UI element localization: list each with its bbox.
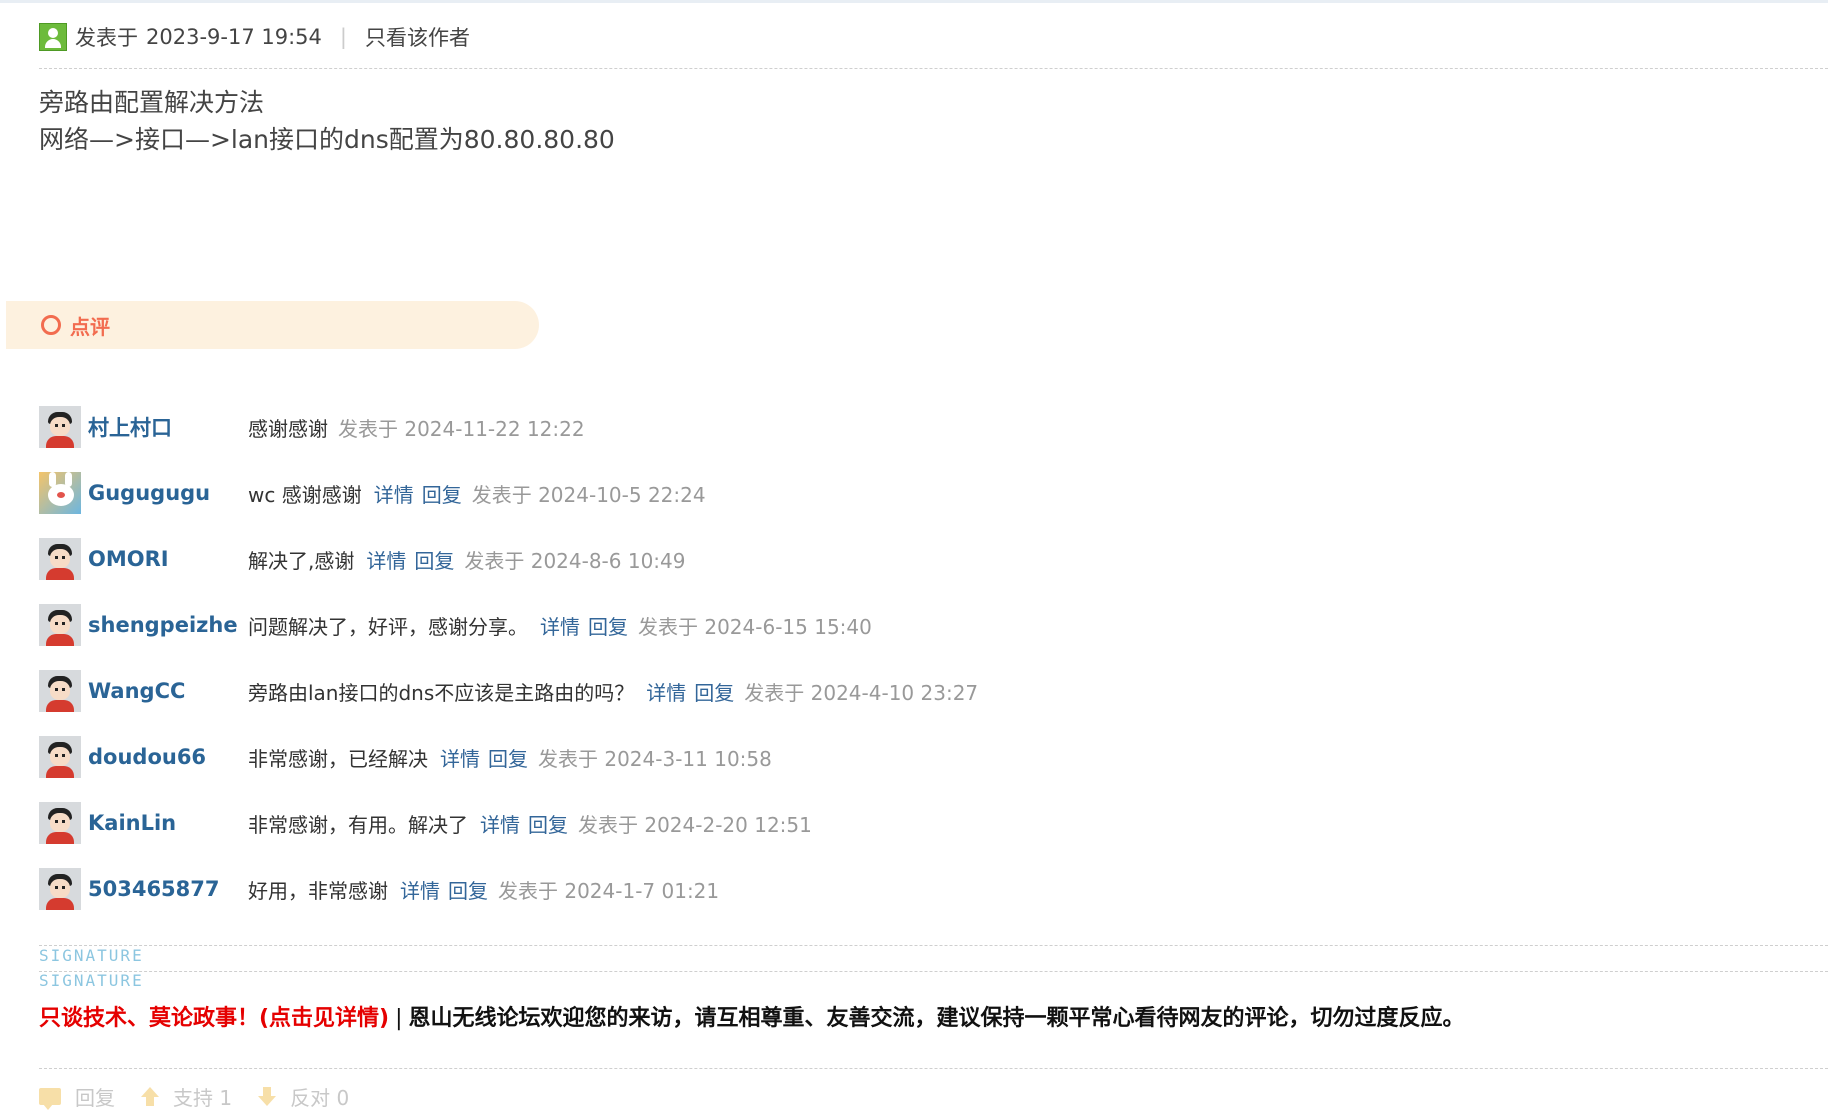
oppose-button[interactable]: 反对 0: [258, 1082, 349, 1111]
comment-time: 发表于 2024-3-11 10:58: [538, 746, 772, 771]
post-content: 旁路由配置解决方法 网络—>接口—>lan接口的dns配置为80.80.80.8…: [39, 84, 615, 158]
notice-separator: |: [395, 1006, 403, 1031]
header-divider: [39, 68, 1828, 69]
support-button[interactable]: 支持 1: [141, 1082, 232, 1111]
oppose-label: 反对 0: [290, 1086, 350, 1110]
comment-text: 问题解决了，好评，感谢分享。: [248, 614, 528, 639]
comment-row: 村上村口 感谢感谢 发表于 2024-11-22 12:22: [39, 405, 585, 449]
top-border: [0, 0, 1828, 3]
comment-detail-link[interactable]: 详情: [400, 875, 440, 904]
default-avatar[interactable]: [39, 670, 81, 712]
default-avatar[interactable]: [39, 868, 81, 910]
comment-reply-link[interactable]: 回复: [414, 545, 454, 574]
comment-text: 感谢感谢: [248, 416, 328, 441]
post-header: 发表于 2023-9-17 19:54 | 只看该作者: [39, 18, 470, 56]
comment-detail-link[interactable]: 详情: [646, 677, 686, 706]
default-avatar[interactable]: [39, 604, 81, 646]
comment-time: 发表于 2024-2-20 12:51: [578, 812, 812, 837]
comment-row: OMORI 解决了,感谢 详情 回复 发表于 2024-8-6 10:49: [39, 537, 686, 581]
reply-button[interactable]: 回复: [39, 1082, 115, 1111]
only-author-link[interactable]: 只看该作者: [365, 22, 470, 52]
comment-reply-link[interactable]: 回复: [448, 875, 488, 904]
content-line: 网络—>接口—>lan接口的dns配置为80.80.80.80: [39, 125, 615, 154]
politics-rule-link[interactable]: 只谈技术、莫论政事！(点击见详情): [39, 1006, 389, 1031]
comment-row: shengpeizhe 问题解决了，好评，感谢分享。 详情 回复 发表于 2024-6-…: [39, 603, 872, 647]
comment-time: 发表于 2024-11-22 12:22: [338, 416, 585, 441]
default-avatar[interactable]: [39, 406, 81, 448]
posted-time: 2023-9-17 19:54: [146, 25, 322, 49]
support-label: 支持 1: [173, 1086, 233, 1110]
comment-time: 发表于 2024-4-10 23:27: [744, 680, 979, 705]
signature-label: SIGNATURE: [39, 946, 144, 965]
content-line: 旁路由配置解决方法: [39, 88, 265, 117]
comment-text: 旁路由lan接口的dns不应该是主路由的吗？: [248, 680, 635, 705]
comment-row: doudou66 非常感谢，已经解决 详情 回复 发表于 2024-3-11 10:58: [39, 735, 772, 779]
comment-username[interactable]: 村上村口: [88, 412, 248, 442]
comment-reply-link[interactable]: 回复: [694, 677, 734, 706]
header-separator: |: [339, 25, 347, 49]
comment-reply-link[interactable]: 回复: [488, 743, 528, 772]
comment-row: Gugugugu wc 感谢感谢 详情 回复 发表于 2024-10-5 22:24: [39, 471, 706, 515]
comment-reply-link[interactable]: 回复: [528, 809, 568, 838]
comment-time: 发表于 2024-8-6 10:49: [464, 548, 686, 573]
comment-text: 解决了,感谢: [248, 548, 355, 573]
reply-icon: [39, 1088, 61, 1110]
signature-divider: [39, 945, 1828, 946]
comment-time: 发表于 2024-6-15 15:40: [638, 614, 872, 639]
comment-reply-link[interactable]: 回复: [588, 611, 628, 640]
comment-row: KainLin 非常感谢，有用。解决了 详情 回复 发表于 2024-2-20 12:5…: [39, 801, 812, 845]
comment-detail-link[interactable]: 详情: [440, 743, 480, 772]
default-avatar[interactable]: [39, 538, 81, 580]
comment-detail-link[interactable]: 详情: [540, 611, 580, 640]
comment-username[interactable]: WangCC: [88, 679, 248, 703]
comment-username[interactable]: Gugugugu: [88, 481, 248, 505]
actions-divider: [39, 1068, 1828, 1069]
comment-text: 好用，非常感谢: [248, 878, 388, 903]
post-actions: 回复 支持 1 反对 0: [39, 1082, 375, 1111]
comment-row: WangCC 旁路由lan接口的dns不应该是主路由的吗？ 详情 回复 发表于 2024…: [39, 669, 978, 713]
comment-text: 非常感谢，已经解决: [248, 746, 428, 771]
rabbit-avatar[interactable]: [39, 472, 81, 514]
reply-label: 回复: [75, 1086, 115, 1110]
comment-detail-link[interactable]: 详情: [366, 545, 406, 574]
circle-icon: [41, 315, 61, 335]
default-avatar[interactable]: [39, 736, 81, 778]
forum-notice: 只谈技术、莫论政事！(点击见详情) | 恩山无线论坛欢迎您的来访，请互相尊重、友善交…: [39, 1000, 1465, 1032]
comment-username[interactable]: KainLin: [88, 811, 248, 835]
comment-detail-link[interactable]: 详情: [374, 479, 414, 508]
comment-time: 发表于 2024-1-7 01:21: [498, 878, 720, 903]
dianping-header: 点评: [6, 301, 539, 349]
signature-label: SIGNATURE: [39, 971, 144, 990]
comment-text: wc 感谢感谢: [248, 482, 362, 507]
comment-username[interactable]: 503465877: [88, 877, 248, 901]
thumb-up-arrow-icon: [141, 1086, 159, 1107]
comment-username[interactable]: shengpeizhe: [88, 613, 248, 637]
default-avatar[interactable]: [39, 802, 81, 844]
comment-time: 发表于 2024-10-5 22:24: [471, 482, 706, 507]
comment-row: 503465877 好用，非常感谢 详情 回复 发表于 2024-1-7 01:21: [39, 867, 719, 911]
comment-text: 非常感谢，有用。解决了: [248, 812, 468, 837]
posted-label: 发表于: [75, 26, 138, 50]
comment-reply-link[interactable]: 回复: [422, 479, 462, 508]
comment-detail-link[interactable]: 详情: [480, 809, 520, 838]
dianping-label: 点评: [70, 314, 110, 339]
comment-username[interactable]: doudou66: [88, 745, 248, 769]
signature-divider: [39, 971, 1828, 972]
user-online-icon: [39, 23, 67, 51]
comment-username[interactable]: OMORI: [88, 547, 248, 571]
thumb-down-arrow-icon: [258, 1086, 277, 1107]
notice-text: 恩山无线论坛欢迎您的来访，请互相尊重、友善交流，建议保持一颗平常心看待网友的评论…: [408, 1006, 1465, 1031]
